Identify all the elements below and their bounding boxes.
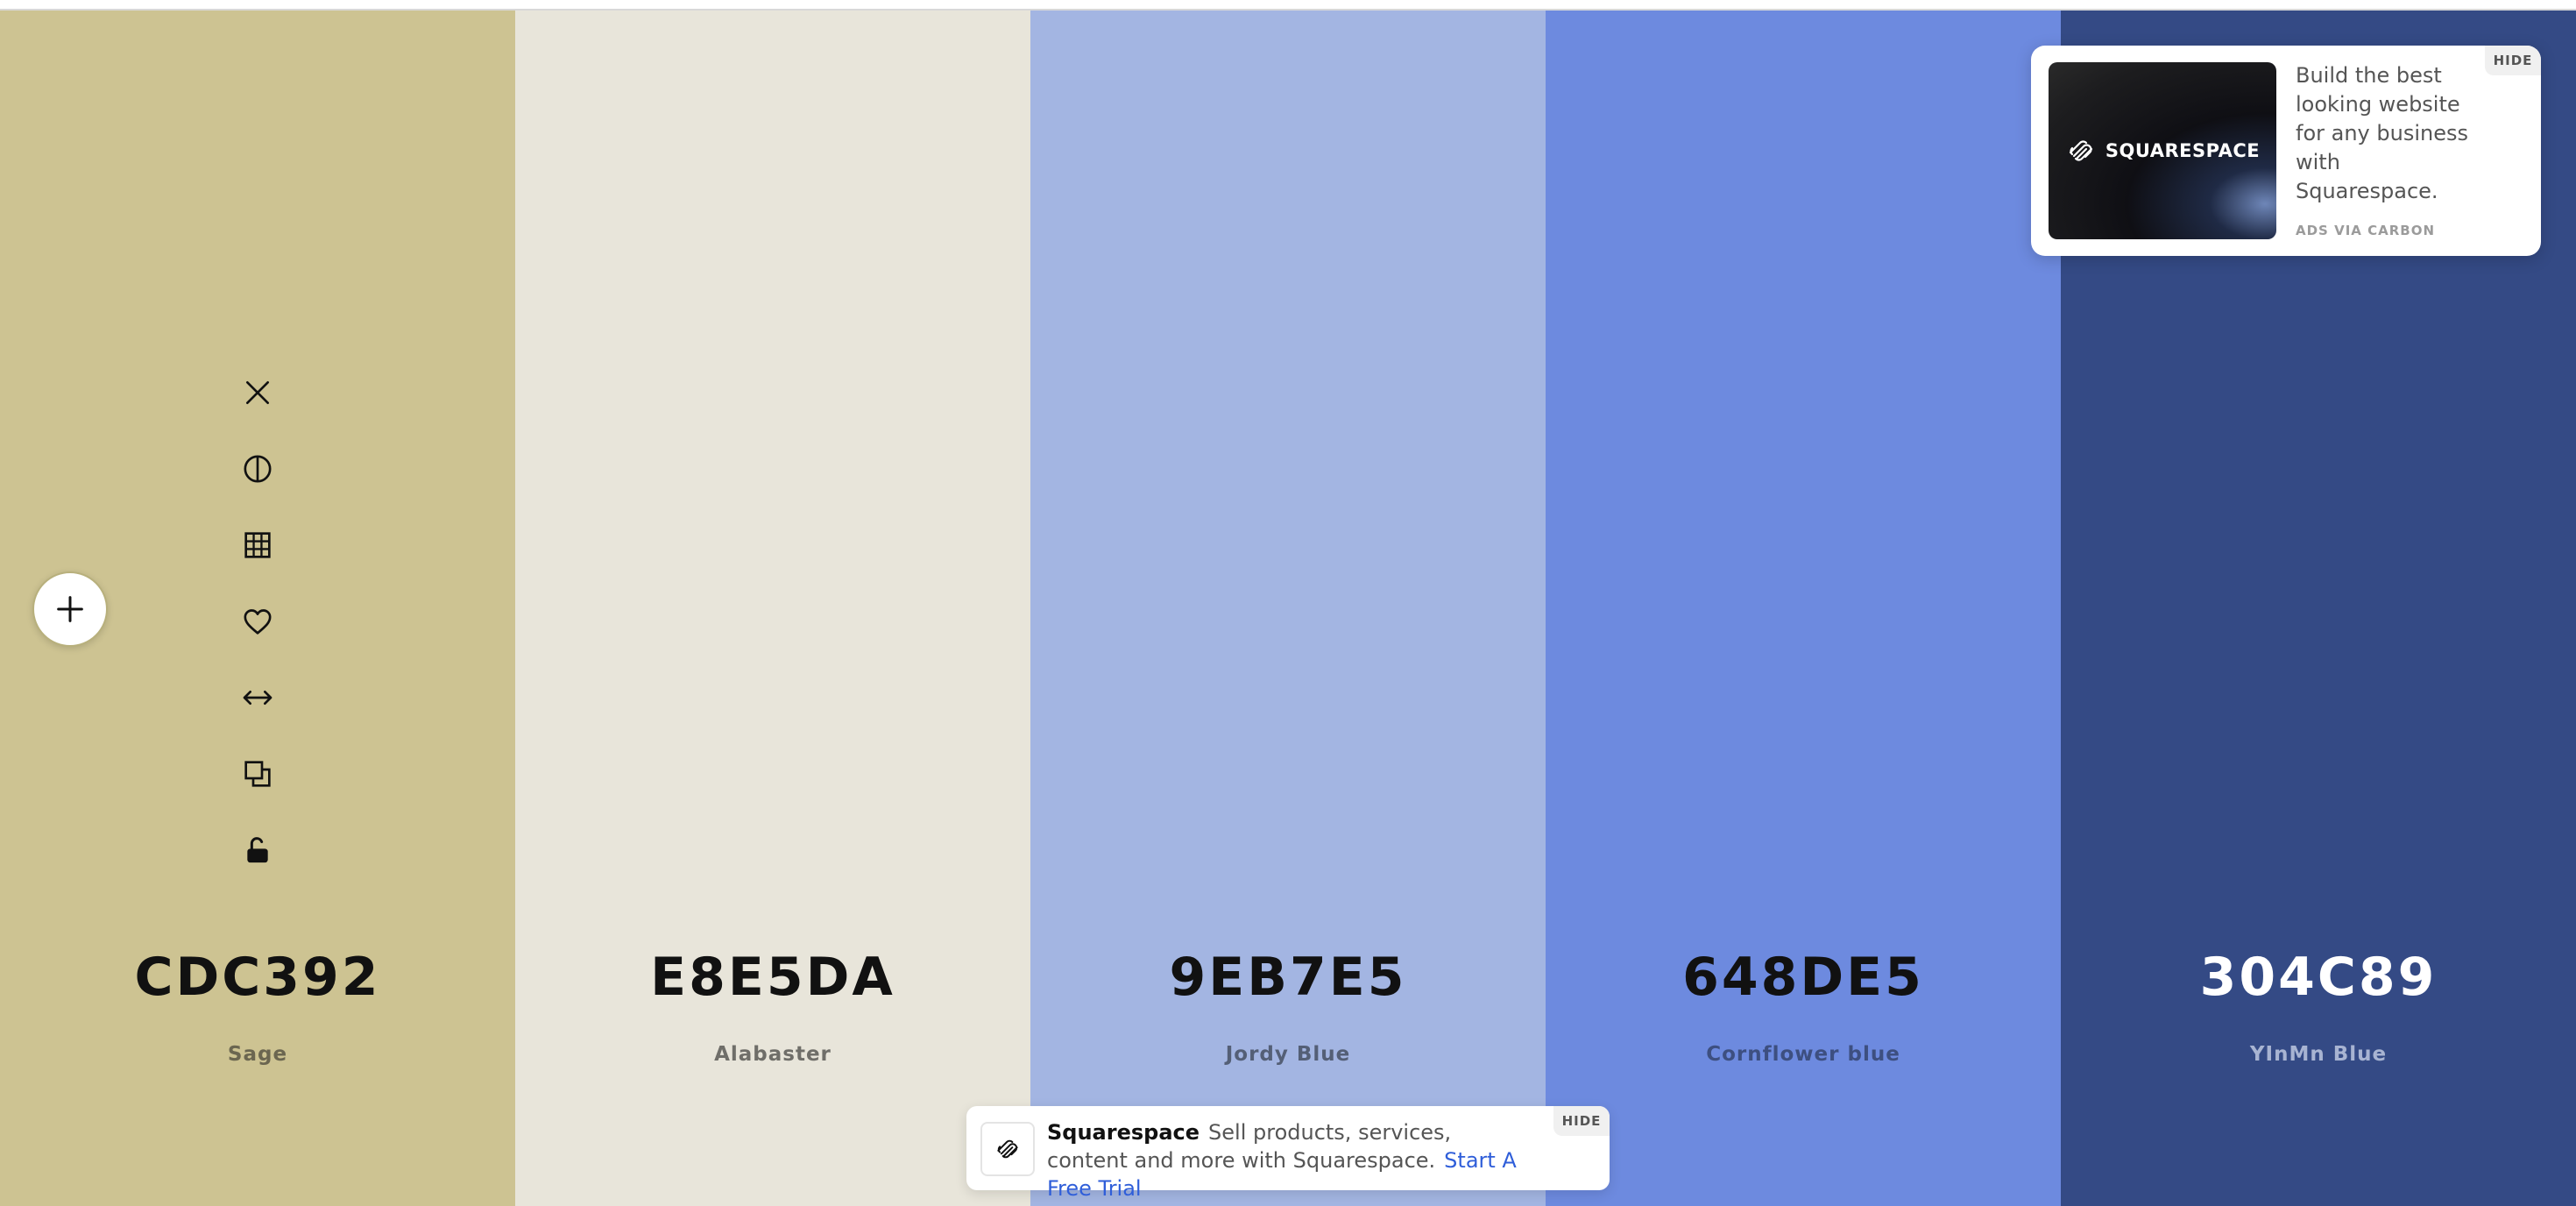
drag-button[interactable]: [226, 666, 289, 729]
color-hex[interactable]: 648DE5: [1546, 947, 2061, 1008]
contrast-icon: [244, 455, 272, 483]
bottom-ad-logo[interactable]: [980, 1122, 1035, 1176]
view-shades-button[interactable]: [226, 514, 289, 577]
hide-ad-button[interactable]: HIDE: [2485, 46, 2541, 75]
ad-text[interactable]: Build the best looking website for any b…: [2296, 61, 2488, 206]
drag-arrows-icon: [243, 691, 272, 705]
add-color-button[interactable]: [32, 571, 108, 647]
save-color-button[interactable]: [226, 590, 289, 653]
ad-logo-text: SQUARESPACE: [2105, 140, 2261, 161]
lock-button[interactable]: [226, 819, 289, 882]
color-swatch[interactable]: 648DE5 Cornflower blue: [1546, 11, 2061, 1206]
color-name[interactable]: Jordy Blue: [1030, 1043, 1546, 1066]
color-swatch[interactable]: E8E5DA Alabaster: [515, 11, 1030, 1206]
remove-color-button[interactable]: [226, 361, 289, 424]
squarespace-icon: [2069, 140, 2092, 161]
top-border: [0, 0, 2576, 11]
bottom-ad-banner[interactable]: Squarespace Sell products, services, cont…: [966, 1106, 1610, 1201]
hide-bottom-ad-button[interactable]: HIDE: [1553, 1106, 1610, 1136]
color-hex[interactable]: CDC392: [0, 947, 515, 1008]
squarespace-icon: [997, 1139, 1018, 1159]
heart-icon: [244, 609, 272, 635]
squarespace-logo: SQUARESPACE: [2049, 138, 2276, 164]
ad-via-carbon[interactable]: ADS VIA CARBON: [2296, 223, 2435, 238]
ad-image[interactable]: SQUARESPACE: [2049, 62, 2276, 239]
bottom-ad-brand: Squarespace: [1047, 1120, 1200, 1145]
grid-icon: [244, 532, 271, 558]
color-name[interactable]: Sage: [0, 1043, 515, 1066]
shades-button[interactable]: [226, 437, 289, 500]
copy-hex-button[interactable]: [226, 742, 289, 805]
color-name[interactable]: Cornflower blue: [1546, 1043, 2061, 1066]
color-name[interactable]: Alabaster: [515, 1043, 1030, 1066]
close-icon: [246, 381, 269, 404]
color-hex[interactable]: 304C89: [2061, 947, 2576, 1008]
plus-icon: [57, 596, 83, 622]
copy-icon: [244, 761, 271, 787]
color-hex[interactable]: 9EB7E5: [1030, 947, 1546, 1008]
color-name[interactable]: YInMn Blue: [2061, 1043, 2576, 1066]
color-hex[interactable]: E8E5DA: [515, 947, 1030, 1008]
unlock-icon: [247, 837, 268, 863]
carbon-ad[interactable]: SQUARESPACE Build the best looking websi…: [2031, 46, 2541, 256]
bottom-ad-text-block: Squarespace Sell products, services, cont…: [1047, 1118, 1538, 1202]
swatch-toolbar: [226, 361, 289, 895]
color-swatch[interactable]: 9EB7E5 Jordy Blue: [1030, 11, 1546, 1206]
